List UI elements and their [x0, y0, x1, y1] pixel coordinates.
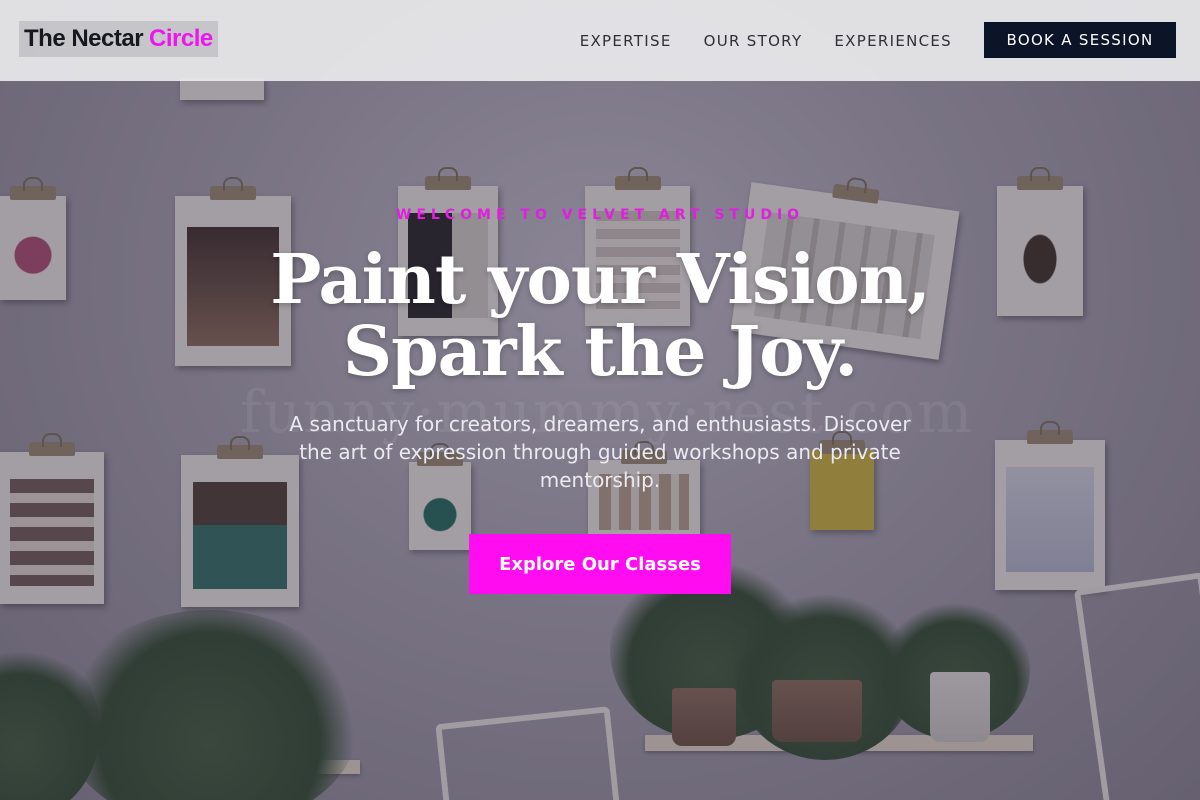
hero-subtitle: A sanctuary for creators, dreamers, and …: [289, 412, 911, 492]
hero-headline: Paint your Vision, Spark the Joy.: [150, 244, 1050, 388]
hero-section: WELCOME TO VELVET ART STUDIO Paint your …: [0, 0, 1200, 800]
hero-headline-line-2: Spark the Joy.: [342, 312, 858, 392]
hero-eyebrow: WELCOME TO VELVET ART STUDIO: [395, 207, 805, 223]
explore-classes-button[interactable]: Explore Our Classes: [469, 534, 731, 594]
hero-headline-line-1: Paint your Vision,: [270, 240, 931, 320]
